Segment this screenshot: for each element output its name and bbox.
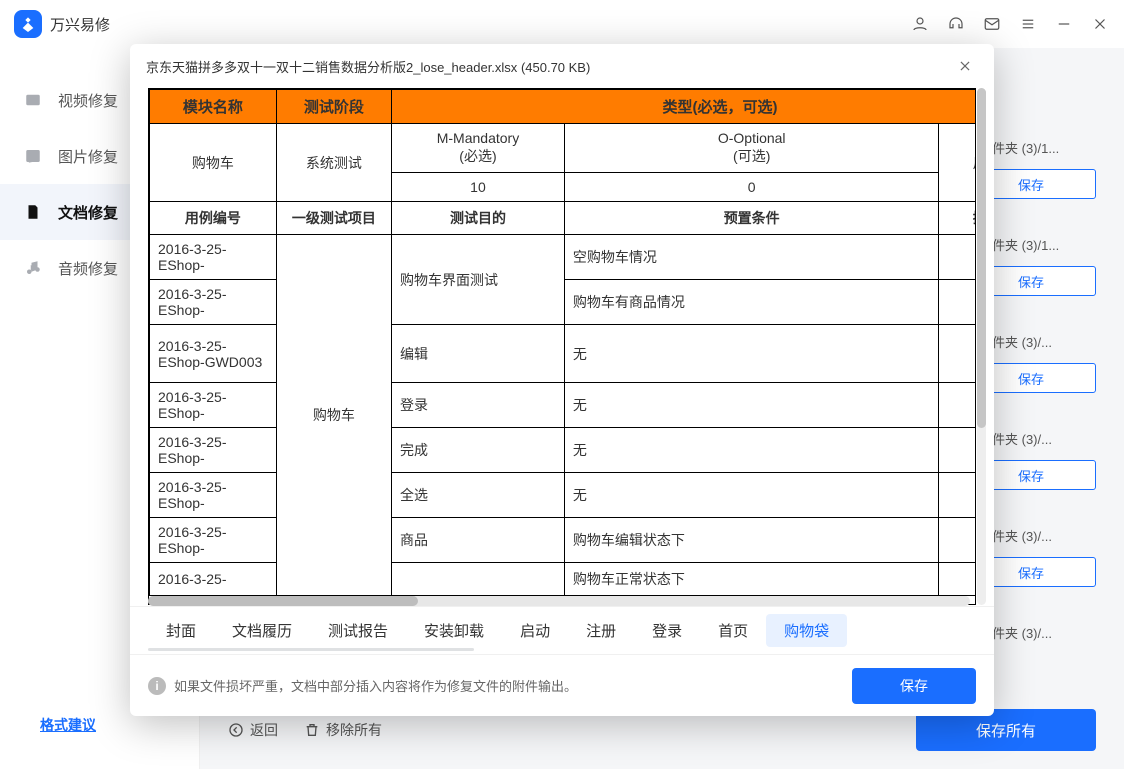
th-steps: 操作步 bbox=[939, 202, 976, 235]
horizontal-scrollbar[interactable] bbox=[148, 596, 970, 606]
table-row: 2016-3-25-EShop-GWD003 编辑 无 bbox=[150, 325, 977, 383]
sheet-tab-cart[interactable]: 购物袋 bbox=[766, 614, 847, 647]
sheet-tab-register[interactable]: 注册 bbox=[568, 614, 634, 647]
sheet-tab-cover[interactable]: 封面 bbox=[148, 614, 214, 647]
th-case-no: 用例编号 bbox=[150, 202, 277, 235]
preview-scroll[interactable]: 模块名称 测试阶段 类型(必选，可选) 购物车 系统测试 M-Mandatory… bbox=[148, 88, 976, 605]
preview-area: 模块名称 测试阶段 类型(必选，可选) 购物车 系统测试 M-Mandatory… bbox=[130, 88, 994, 606]
td-o-count: 0 bbox=[564, 173, 939, 202]
remove-all-button[interactable]: 移除所有 bbox=[304, 720, 382, 740]
td-stage-val: 系统测试 bbox=[276, 124, 391, 202]
sidebar-item-label: 图片修复 bbox=[58, 146, 118, 167]
td-o: O-Optional(可选) bbox=[564, 124, 939, 173]
info-icon: i bbox=[148, 677, 166, 695]
td-total-label: 用例总 bbox=[939, 124, 976, 202]
th-l1: 一级测试项目 bbox=[276, 202, 391, 235]
back-icon bbox=[228, 722, 244, 738]
modal-filename: 京东天猫拼多多双十一双十二销售数据分析版2_lose_header.xlsx (… bbox=[146, 57, 952, 76]
th-stage: 测试阶段 bbox=[276, 90, 391, 124]
close-window-icon[interactable] bbox=[1082, 6, 1118, 42]
audio-icon bbox=[22, 257, 44, 279]
account-icon[interactable] bbox=[902, 6, 938, 42]
trash-icon bbox=[304, 722, 320, 738]
menu-icon[interactable] bbox=[1010, 6, 1046, 42]
modal-footer: i 如果文件损坏严重，文档中部分插入内容将作为修复文件的附件输出。 保存 bbox=[130, 654, 994, 716]
td-module-col: 购物车 bbox=[276, 235, 391, 596]
close-icon[interactable] bbox=[952, 53, 978, 79]
minimize-icon[interactable] bbox=[1046, 6, 1082, 42]
sidebar-item-label: 音频修复 bbox=[58, 258, 118, 279]
modal-filename-text: 京东天猫拼多多双十一双十二销售数据分析版2_lose_header.xlsx bbox=[146, 60, 517, 75]
td-module-val: 购物车 bbox=[150, 124, 277, 202]
vertical-scrollbar[interactable] bbox=[977, 88, 986, 605]
document-icon bbox=[22, 201, 44, 223]
td-m: M-Mandatory(必选) bbox=[392, 124, 565, 173]
table-row: 2016-3-25-EShop- 完成 无 bbox=[150, 428, 977, 473]
format-suggestion-link[interactable]: 格式建议 bbox=[40, 717, 96, 733]
modal-header: 京东天猫拼多多双十一双十二销售数据分析版2_lose_header.xlsx (… bbox=[130, 44, 994, 88]
sheet-underline bbox=[148, 648, 474, 651]
th-type: 类型(必选，可选) bbox=[392, 90, 976, 124]
preview-table: 模块名称 测试阶段 类型(必选，可选) 购物车 系统测试 M-Mandatory… bbox=[149, 89, 976, 596]
remove-all-label: 移除所有 bbox=[326, 720, 382, 740]
app-title: 万兴易修 bbox=[50, 14, 110, 35]
preview-modal: 京东天猫拼多多双十一双十二销售数据分析版2_lose_header.xlsx (… bbox=[130, 44, 994, 716]
modal-info-text: 如果文件损坏严重，文档中部分插入内容将作为修复文件的附件输出。 bbox=[174, 676, 577, 695]
sheet-tab-home[interactable]: 首页 bbox=[700, 614, 766, 647]
sheet-tab-install[interactable]: 安装卸载 bbox=[406, 614, 502, 647]
mail-icon[interactable] bbox=[974, 6, 1010, 42]
table-row: 2016-3-25-EShop- 登录 无 bbox=[150, 383, 977, 428]
th-module: 模块名称 bbox=[150, 90, 277, 124]
modal-info: i 如果文件损坏严重，文档中部分插入内容将作为修复文件的附件输出。 bbox=[148, 676, 577, 695]
th-precond: 预置条件 bbox=[564, 202, 939, 235]
sheet-tab-login[interactable]: 登录 bbox=[634, 614, 700, 647]
back-label: 返回 bbox=[250, 720, 278, 740]
image-icon bbox=[22, 145, 44, 167]
modal-mask: 京东天猫拼多多双十一双十二销售数据分析版2_lose_header.xlsx (… bbox=[0, 0, 1124, 769]
sheet-tabs: 封面 文档履历 测试报告 安装卸载 启动 注册 登录 首页 购物袋 bbox=[130, 606, 994, 654]
td-m-count: 10 bbox=[392, 173, 565, 202]
sidebar-footer: 格式建议 bbox=[0, 715, 199, 769]
table-row: 2016-3-25-EShop- 全选 无 bbox=[150, 473, 977, 518]
modal-filesize: (450.70 KB) bbox=[521, 60, 590, 75]
th-purpose: 测试目的 bbox=[392, 202, 565, 235]
modal-save-button[interactable]: 保存 bbox=[852, 668, 976, 704]
support-icon[interactable] bbox=[938, 6, 974, 42]
app-logo bbox=[14, 10, 42, 38]
table-row: 2016-3-25-EShop- 商品 购物车编辑状态下 bbox=[150, 518, 977, 563]
titlebar: 万兴易修 bbox=[0, 0, 1124, 48]
table-row: 2016-3-25- 购物车正常状态下 bbox=[150, 563, 977, 596]
sheet-tab-report[interactable]: 测试报告 bbox=[310, 614, 406, 647]
video-icon bbox=[22, 89, 44, 111]
sheet-tab-launch[interactable]: 启动 bbox=[502, 614, 568, 647]
sidebar-item-label: 视频修复 bbox=[58, 90, 118, 111]
table-row: 2016-3-25-EShop- 购物车 购物车界面测试 空购物车情况 bbox=[150, 235, 977, 280]
sheet-tab-history[interactable]: 文档履历 bbox=[214, 614, 310, 647]
sidebar-item-label: 文档修复 bbox=[58, 202, 118, 223]
back-button[interactable]: 返回 bbox=[228, 720, 278, 740]
